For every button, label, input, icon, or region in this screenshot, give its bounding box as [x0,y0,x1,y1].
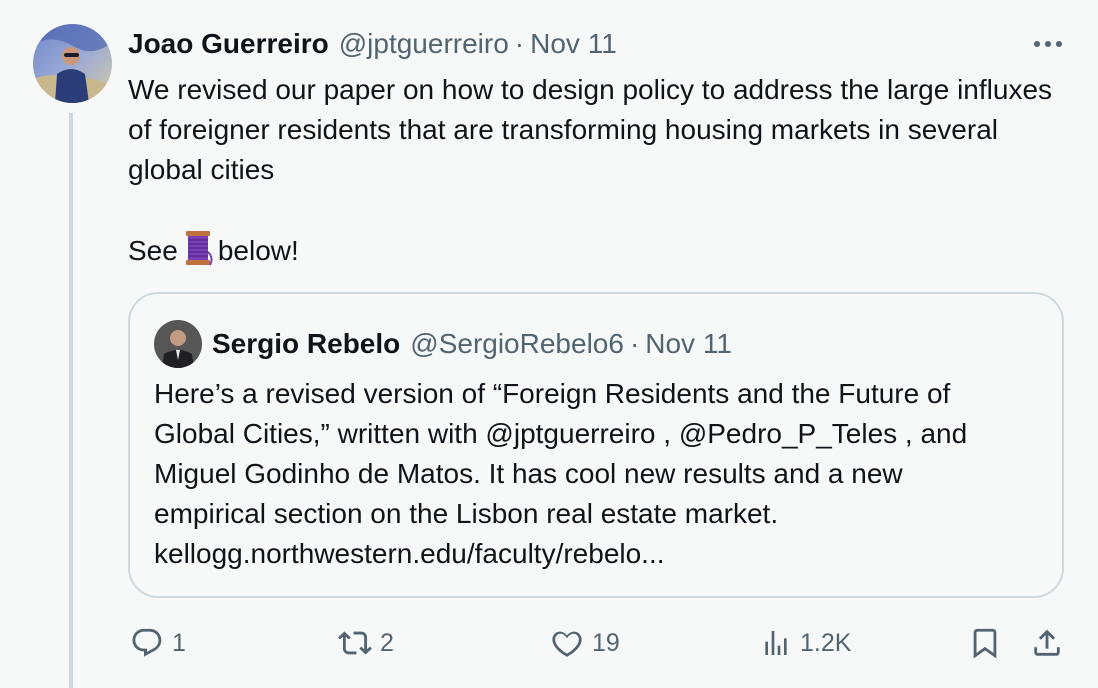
retweet-button[interactable]: 2 [338,626,394,660]
tweet-paragraph-see: See below! [128,230,1058,277]
quoted-line: Here’s a revised version of “Foreign Res… [154,378,951,409]
views-bar-chart-icon [765,631,787,655]
retweet-icon [338,631,372,655]
tweet-date[interactable]: Nov 11 [530,28,617,60]
bookmark-button[interactable] [968,626,1002,660]
share-button[interactable] [1030,626,1064,660]
quoted-line: Global Cities,” written with @jptguerrei… [154,418,968,449]
author-name[interactable]: Joao Guerreiro [128,28,329,60]
like-button[interactable]: 19 [550,626,620,660]
separator-dot: · [514,28,525,59]
tweet-actions: 1 2 19 1.2K [0,620,1098,670]
see-text: See [128,235,178,266]
quoted-tweet-date[interactable]: Nov 11 [645,328,732,360]
tweet-paragraph: We revised our paper on how to design po… [128,74,1053,185]
tweet-text: We revised our paper on how to design po… [128,70,1058,277]
share-icon [1034,629,1060,656]
quoted-line: empirical section on the Lisbon real est… [154,498,779,529]
more-icon [1034,41,1062,47]
bookmark-icon [973,628,997,659]
author-handle[interactable]: @jptguerreiro [339,28,509,60]
views-button[interactable]: 1.2K [760,626,851,660]
more-options-button[interactable] [1028,30,1068,58]
spool-of-thread-icon [184,230,214,277]
reply-button[interactable]: 1 [130,626,186,660]
reply-icon [132,628,162,657]
quoted-tweet-header: Sergio Rebelo @SergioRebelo6 · Nov 11 [212,326,732,362]
reply-count: 1 [172,628,186,657]
quoted-author-name[interactable]: Sergio Rebelo [212,328,400,360]
quoted-author-avatar[interactable] [154,320,202,368]
quoted-link[interactable]: kellogg.northwestern.edu/faculty/rebelo.… [154,534,1044,574]
like-count: 19 [592,628,620,657]
quoted-tweet-text: Here’s a revised version of “Foreign Res… [154,374,1044,574]
separator-dot: · [629,328,640,359]
quoted-tweet-card[interactable]: Sergio Rebelo @SergioRebelo6 · Nov 11 He… [128,292,1064,598]
tweet-header: Joao Guerreiro @jptguerreiro · Nov 11 [128,26,617,62]
quoted-author-handle[interactable]: @SergioRebelo6 [410,328,624,360]
views-count: 1.2K [800,628,852,657]
thread-line [69,113,73,688]
author-avatar[interactable] [33,24,112,103]
quoted-line: Miguel Godinho de Matos. It has cool new… [154,458,903,489]
heart-icon [552,631,582,657]
below-text: below! [217,235,299,266]
retweet-count: 2 [380,628,394,657]
